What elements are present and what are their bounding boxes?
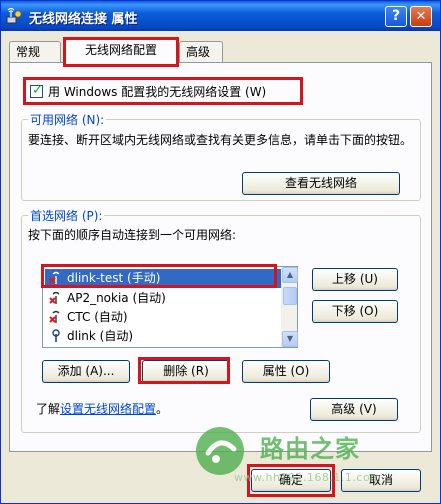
network-name: dlink (自动) — [67, 329, 134, 343]
tab-wireless-networks-label: 无线网络配置 — [84, 43, 157, 57]
network-connection-icon — [6, 8, 22, 24]
learn-suffix: 。 — [156, 402, 169, 416]
remove-network-button[interactable]: 删除 (R) — [142, 360, 230, 383]
wireless-antenna-red-x-icon — [49, 271, 60, 284]
use-windows-label: 用 Windows 配置我的无线网络设置 (W) — [48, 85, 267, 99]
tab-general-label: 常规 — [16, 45, 41, 59]
window-title: 无线网络连接 属性 — [29, 12, 138, 27]
add-network-button[interactable]: 添加 (A)... — [42, 360, 130, 383]
list-item-network[interactable]: dlink-test (手动) — [45, 269, 281, 288]
wireless-antenna-icon — [52, 329, 60, 342]
preferred-networks-list[interactable]: dlink-test (手动) AP2_nokia (自动) CTC (自动) — [42, 266, 298, 348]
router-home-logo-icon — [196, 427, 244, 475]
view-wireless-networks-button[interactable]: 查看无线网络 — [242, 172, 400, 195]
network-name: CTC (自动) — [67, 310, 128, 324]
tab-advanced-label: 高级 — [186, 45, 211, 59]
tab-advanced[interactable]: 高级 — [179, 41, 223, 63]
scroll-thumb[interactable] — [283, 287, 297, 305]
watermark: 路由之家 www.hh192.168.1.1.com — [194, 423, 434, 503]
preferred-networks-description: 按下面的顺序自动连接到一个可用网络: — [28, 228, 237, 242]
checkmark-icon: ✓ — [32, 83, 43, 98]
learn-more-link[interactable]: 设置无线网络配置 — [60, 402, 156, 416]
network-properties-button[interactable]: 属性 (O) — [242, 360, 330, 383]
tab-general[interactable]: 常规 — [9, 41, 61, 63]
available-networks-description: 要连接、断开区域内无线网络或查找有关更多信息，请单击下面的按钮。 — [28, 133, 413, 147]
properties-dialog: 无线网络连接 属性 ? ✕ 常规 无线网络配置 高级 ✓ 用 Windows 配… — [0, 0, 441, 504]
help-button[interactable]: ? — [385, 6, 407, 27]
wireless-antenna-red-x-icon — [49, 291, 60, 304]
wireless-antenna-red-x-icon — [49, 310, 60, 323]
preferred-networks-group: 首选网络 (P): 按下面的顺序自动连接到一个可用网络: dlink-test … — [21, 207, 421, 433]
move-up-button[interactable]: 上移 (U) — [312, 268, 398, 291]
preferred-networks-title: 首选网络 (P): — [28, 207, 105, 224]
learn-more-text: 了解设置无线网络配置。 — [36, 400, 168, 417]
scroll-up-arrow-icon[interactable]: ▲ — [282, 267, 298, 283]
available-networks-group: 可用网络 (N): 要连接、断开区域内无线网络或查找有关更多信息，请单击下面的按… — [21, 111, 421, 201]
advanced-button[interactable]: 高级 (V) — [310, 398, 398, 421]
list-scrollbar[interactable]: ▲ ▼ — [281, 267, 298, 347]
list-item-network[interactable]: CTC (自动) — [45, 308, 281, 327]
watermark-brand: 路由之家 — [260, 435, 360, 463]
list-item-network[interactable]: dlink (自动) — [45, 327, 281, 346]
list-item-network[interactable]: AP2_nokia (自动) — [45, 289, 281, 308]
network-name: dlink-test (手动) — [67, 271, 161, 285]
use-windows-checkbox[interactable]: ✓ — [30, 83, 43, 98]
scroll-down-arrow-icon[interactable]: ▼ — [282, 331, 298, 347]
available-networks-title: 可用网络 (N): — [28, 111, 107, 128]
close-button[interactable]: ✕ — [410, 6, 432, 27]
title-bar[interactable]: 无线网络连接 属性 ? ✕ — [1, 1, 440, 31]
watermark-url: www.hh192.168.1.1.com — [234, 471, 382, 484]
move-down-button[interactable]: 下移 (O) — [312, 300, 398, 323]
learn-prefix: 了解 — [36, 402, 61, 416]
network-name: AP2_nokia (自动) — [67, 291, 166, 305]
tab-wireless-networks[interactable]: 无线网络配置 — [65, 38, 177, 63]
